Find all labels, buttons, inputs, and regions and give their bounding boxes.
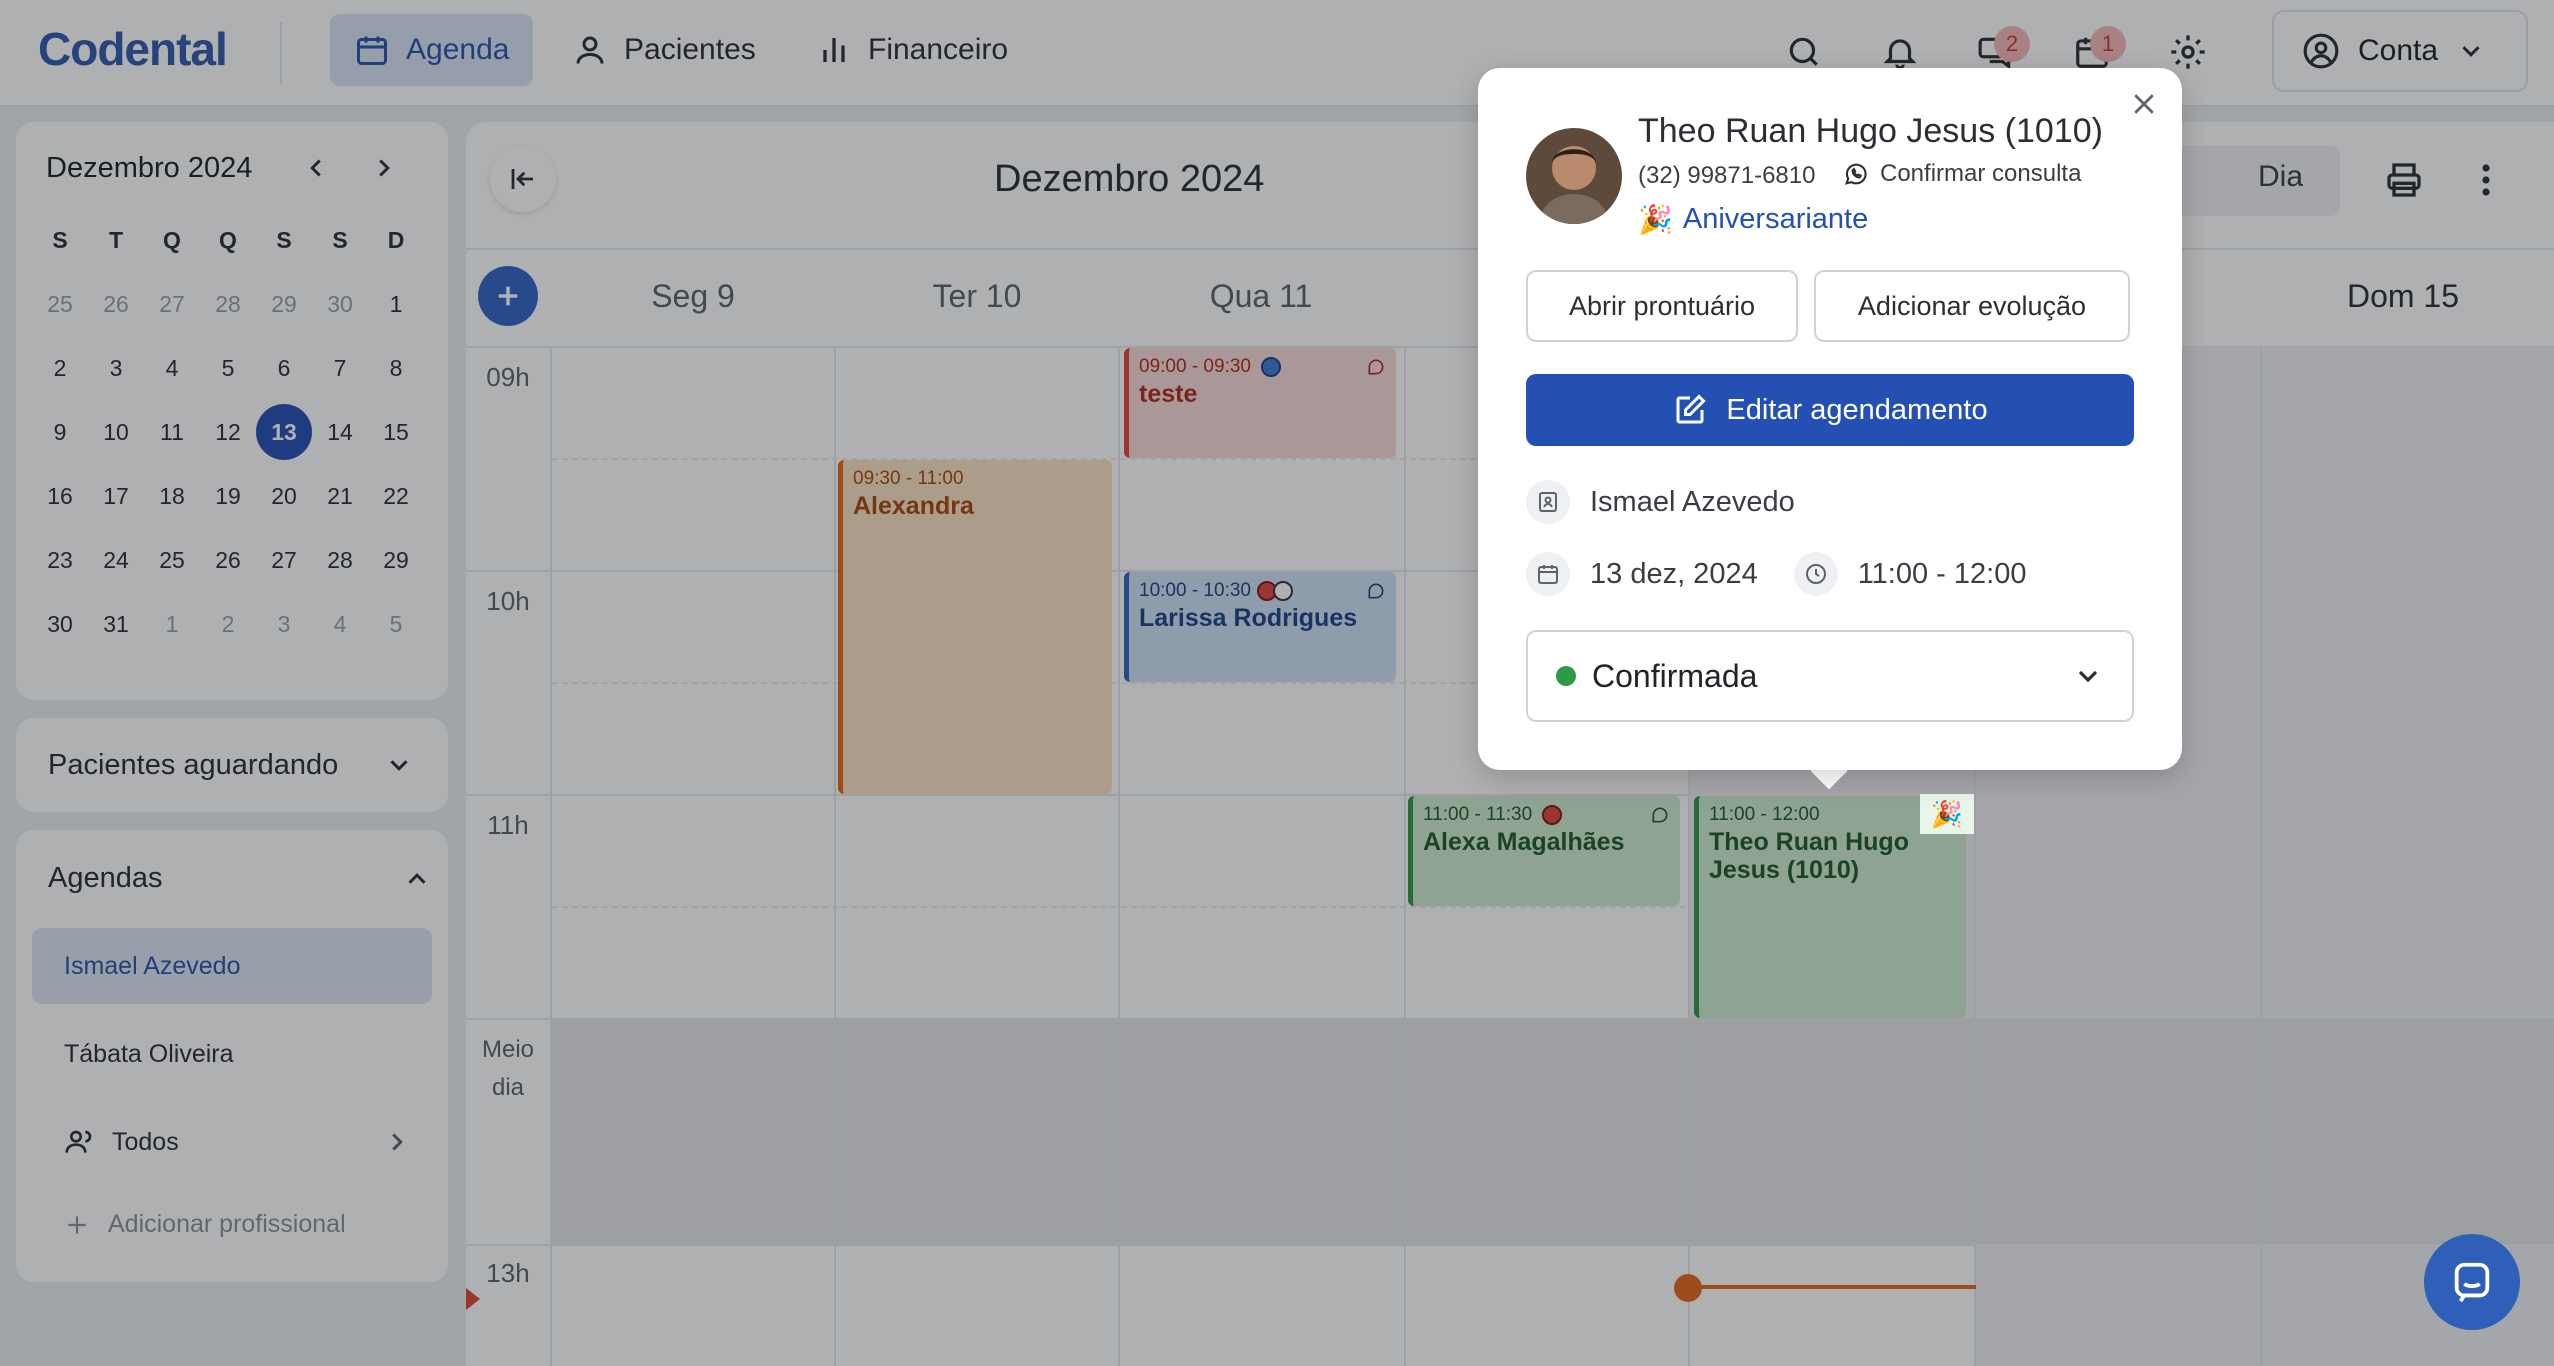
whatsapp-icon <box>1842 160 1870 188</box>
datetime-row: 13 dez, 2024 11:00 - 12:00 <box>1526 552 2026 596</box>
edit-icon <box>1672 392 1708 428</box>
professional-row: Ismael Azevedo <box>1526 480 1795 524</box>
support-chat-button[interactable] <box>2424 1234 2520 1330</box>
close-popover-button[interactable] <box>2124 84 2164 124</box>
confirm-appointment-link[interactable]: Confirmar consulta <box>1842 160 2081 188</box>
professional-name: Ismael Azevedo <box>1590 485 1795 518</box>
chat-bubble-icon <box>2449 1259 2495 1305</box>
confirm-appointment-label: Confirmar consulta <box>1880 160 2082 187</box>
patient-phone[interactable]: (32) 99871-6810 <box>1638 162 1815 190</box>
edit-appointment-label: Editar agendamento <box>1726 393 1988 426</box>
appointment-time-range: 11:00 - 12:00 <box>1857 557 2027 590</box>
patient-avatar <box>1526 128 1622 224</box>
status-value: Confirmada <box>1592 657 1758 694</box>
clock-icon <box>1793 552 1838 596</box>
status-indicator <box>1556 666 1576 686</box>
calendar-icon <box>1526 552 1570 596</box>
appointment-date: 13 dez, 2024 <box>1590 557 1758 590</box>
patient-name: Theo Ruan Hugo Jesus (1010) <box>1638 112 2103 150</box>
party-icon: 🎉 <box>1920 794 1974 834</box>
close-icon <box>2129 89 2159 119</box>
add-evolution-button[interactable]: Adicionar evolução <box>1814 270 2130 342</box>
party-popper-icon: 🎉 <box>1638 203 1673 235</box>
id-badge-icon <box>1526 480 1570 524</box>
chevron-down-icon <box>2072 660 2104 692</box>
birthday-badge[interactable]: 🎉 Aniversariante <box>1626 192 1882 246</box>
open-record-button[interactable]: Abrir prontuário <box>1526 270 1798 342</box>
edit-appointment-button[interactable]: Editar agendamento <box>1526 374 2134 446</box>
status-select[interactable]: Confirmada <box>1526 630 2134 722</box>
birthday-label: Aniversariante <box>1682 202 1869 235</box>
